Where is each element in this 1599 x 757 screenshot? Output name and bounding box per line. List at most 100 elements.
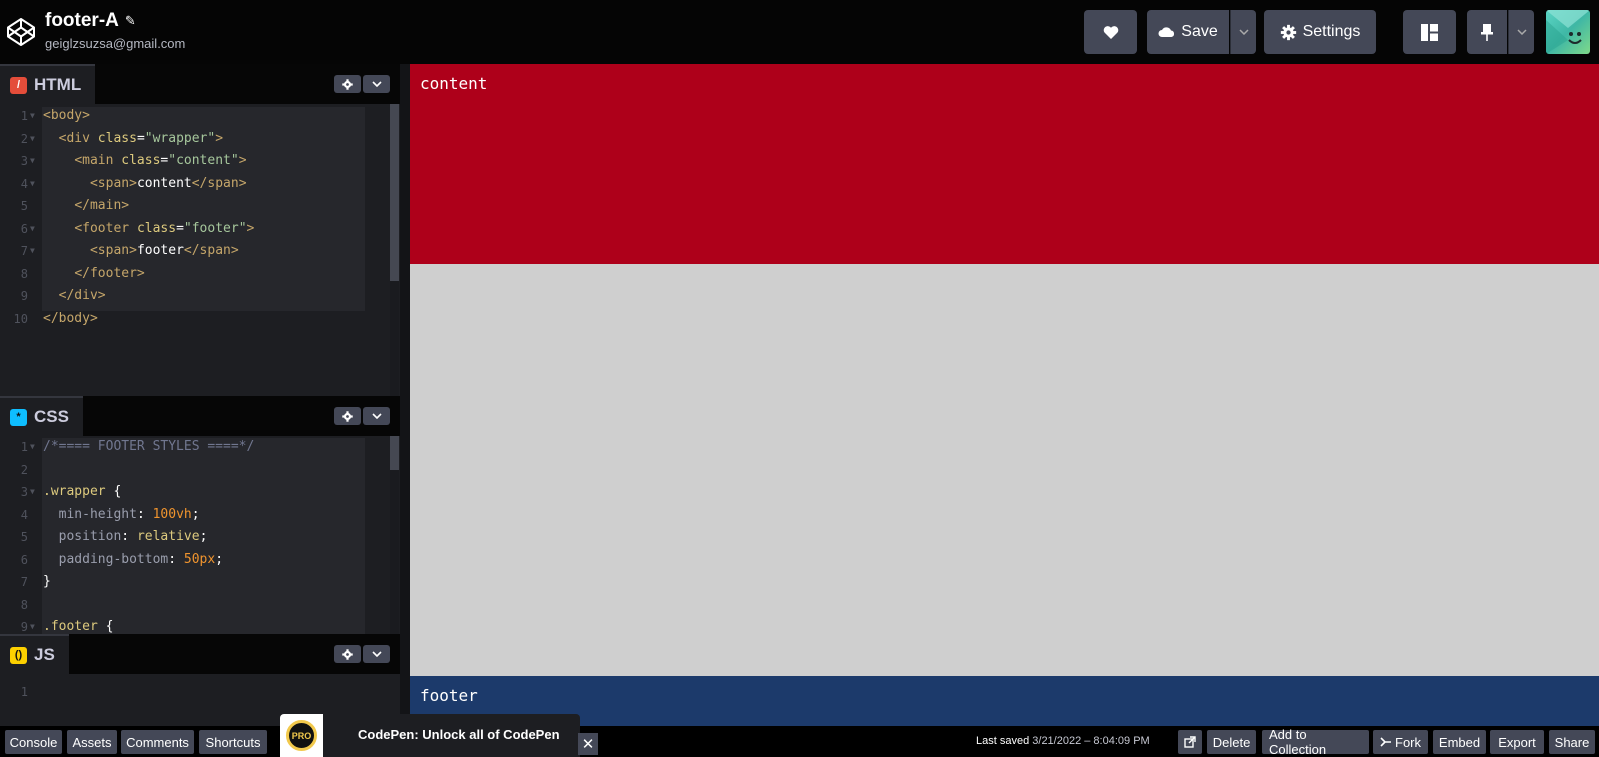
line-number: 8	[20, 597, 28, 612]
fold-arrow-icon[interactable]: ▼	[30, 481, 35, 504]
js-code-line[interactable]: 1	[0, 681, 391, 704]
js-code-area[interactable]: 1	[0, 681, 391, 704]
code-token: =	[176, 220, 184, 236]
assets-button[interactable]: Assets	[67, 730, 117, 754]
css-scrollbar[interactable]	[390, 436, 399, 634]
html-scrollbar[interactable]	[390, 104, 399, 396]
pin-options-dropdown[interactable]	[1508, 10, 1534, 54]
html-code-line[interactable]: 6 ▼ <footer class="footer">	[0, 218, 391, 241]
code-token: {	[105, 619, 114, 634]
css-code-line[interactable]: 5 position: relative;	[0, 526, 391, 549]
code-token: 50px	[183, 551, 216, 567]
css-code-line[interactable]: 4 min-height: 100vh;	[0, 504, 391, 527]
code-token: content	[136, 175, 192, 191]
open-external-button[interactable]	[1178, 730, 1202, 754]
settings-button[interactable]: Settings	[1264, 10, 1376, 54]
html-code-line[interactable]: 10 </body>	[0, 308, 391, 331]
css-code-line[interactable]: 9 ▼ .footer {	[0, 616, 391, 634]
change-view-button[interactable]	[1403, 10, 1456, 54]
code-text: <footer class="footer">	[43, 218, 254, 241]
line-number: 6	[20, 221, 28, 236]
close-promo-button[interactable]: ✕	[578, 733, 598, 755]
avatar-face-icon	[1546, 10, 1590, 54]
html-code-line[interactable]: 5 </main>	[0, 195, 391, 218]
embed-button[interactable]: Embed	[1433, 730, 1486, 754]
html-code-line[interactable]: 1 ▼ <body>	[0, 105, 391, 128]
html-collapse-button[interactable]	[363, 75, 390, 93]
code-token: class	[97, 130, 137, 146]
fold-arrow-icon[interactable]: ▼	[30, 105, 35, 128]
html-code-line[interactable]: 9 </div>	[0, 285, 391, 308]
preview-footer-section: footer	[410, 676, 1599, 726]
line-number: 6	[20, 552, 28, 567]
save-button[interactable]: Save	[1147, 10, 1229, 54]
html-scroll-thumb[interactable]	[390, 104, 399, 281]
export-button[interactable]: Export	[1490, 730, 1544, 754]
css-settings-button[interactable]	[334, 407, 361, 425]
heart-icon	[1103, 25, 1118, 39]
share-button[interactable]: Share	[1549, 730, 1595, 754]
pen-title-text: footer-A	[45, 10, 119, 31]
code-text: </footer>	[43, 263, 145, 286]
line-number: 3	[20, 485, 28, 499]
html-settings-button[interactable]	[334, 75, 361, 93]
code-token: </footer>	[74, 265, 145, 281]
html-code-line[interactable]: 8 </footer>	[0, 263, 391, 286]
fold-arrow-icon[interactable]: ▼	[30, 436, 35, 459]
tab-html[interactable]: / HTML	[0, 64, 96, 104]
pin-button[interactable]	[1467, 10, 1507, 54]
tab-js[interactable]: () JS	[0, 634, 69, 674]
css-scroll-thumb[interactable]	[390, 436, 399, 470]
css-collapse-button[interactable]	[363, 407, 390, 425]
delete-button[interactable]: Delete	[1207, 730, 1256, 754]
comments-button[interactable]: Comments	[121, 730, 194, 754]
html-code-line[interactable]: 7 ▼ <span>footer</span>	[0, 240, 391, 263]
user-avatar[interactable]	[1546, 10, 1590, 54]
fold-arrow-icon[interactable]: ▼	[30, 240, 35, 263]
code-token: relative	[136, 529, 200, 544]
gear-icon	[342, 410, 353, 422]
tab-css[interactable]: * CSS	[0, 396, 83, 436]
promo-text: CodePen: Unlock all of CodePen	[358, 727, 560, 742]
css-code-line[interactable]: 6 padding-bottom: 50px;	[0, 549, 391, 572]
html-code-area[interactable]: 1 ▼ <body> 2 ▼ <div class="wrapper"> 3 ▼ <main…	[0, 105, 391, 330]
css-code-line[interactable]: 2	[0, 459, 391, 482]
edit-pencil-icon[interactable]: ✎	[125, 13, 136, 29]
css-code-line[interactable]: 7}	[0, 571, 391, 594]
gear-icon	[342, 78, 353, 90]
add-to-collection-button[interactable]: Add to Collection	[1262, 727, 1369, 757]
fold-arrow-icon[interactable]: ▼	[30, 128, 35, 151]
js-settings-button[interactable]	[334, 645, 361, 663]
js-collapse-button[interactable]	[363, 645, 390, 663]
line-number: 7	[20, 244, 28, 258]
heart-button[interactable]	[1084, 10, 1137, 54]
console-button[interactable]: Console	[5, 730, 62, 754]
editor-resize-handle[interactable]	[400, 64, 410, 726]
css-code-line[interactable]: 8	[0, 594, 391, 617]
line-number: 1	[20, 109, 28, 123]
css-code-line[interactable]: 3 ▼ .wrapper {	[0, 481, 391, 504]
code-text: <span>content</span>	[43, 173, 247, 196]
html-code-line[interactable]: 4 ▼ <span>content</span>	[0, 173, 391, 196]
html-code-line[interactable]: 3 ▼ <main class="content">	[0, 150, 391, 173]
html-code-line[interactable]: 2 ▼ <div class="wrapper">	[0, 128, 391, 151]
fork-button[interactable]: Fork	[1373, 730, 1428, 754]
line-number: 1	[20, 440, 28, 454]
pen-title[interactable]: footer-A ✎	[45, 10, 136, 32]
code-text: <main class="content">	[43, 150, 246, 173]
codepen-logo-icon[interactable]	[6, 17, 36, 47]
code-token: "wrapper"	[144, 130, 216, 146]
fold-arrow-icon[interactable]: ▼	[30, 150, 35, 173]
fold-arrow-icon[interactable]: ▼	[30, 173, 35, 196]
fold-arrow-icon[interactable]: ▼	[30, 218, 35, 241]
css-code-line[interactable]: 1 ▼ /*==== FOOTER STYLES ====*/	[0, 436, 391, 459]
fold-arrow-icon[interactable]: ▼	[30, 616, 35, 634]
save-options-dropdown[interactable]	[1230, 10, 1256, 54]
code-token: padding-bottom	[58, 551, 169, 567]
css-code-area[interactable]: 1 ▼/*==== FOOTER STYLES ====*/2 3 ▼ .wrapper…	[0, 436, 391, 634]
shortcuts-button[interactable]: Shortcuts	[199, 730, 267, 754]
pro-promo-banner[interactable]: PRO CodePen: Unlock all of CodePen	[280, 714, 580, 757]
css-tab-label: CSS	[34, 407, 69, 426]
code-token: .wrapper	[43, 484, 114, 499]
